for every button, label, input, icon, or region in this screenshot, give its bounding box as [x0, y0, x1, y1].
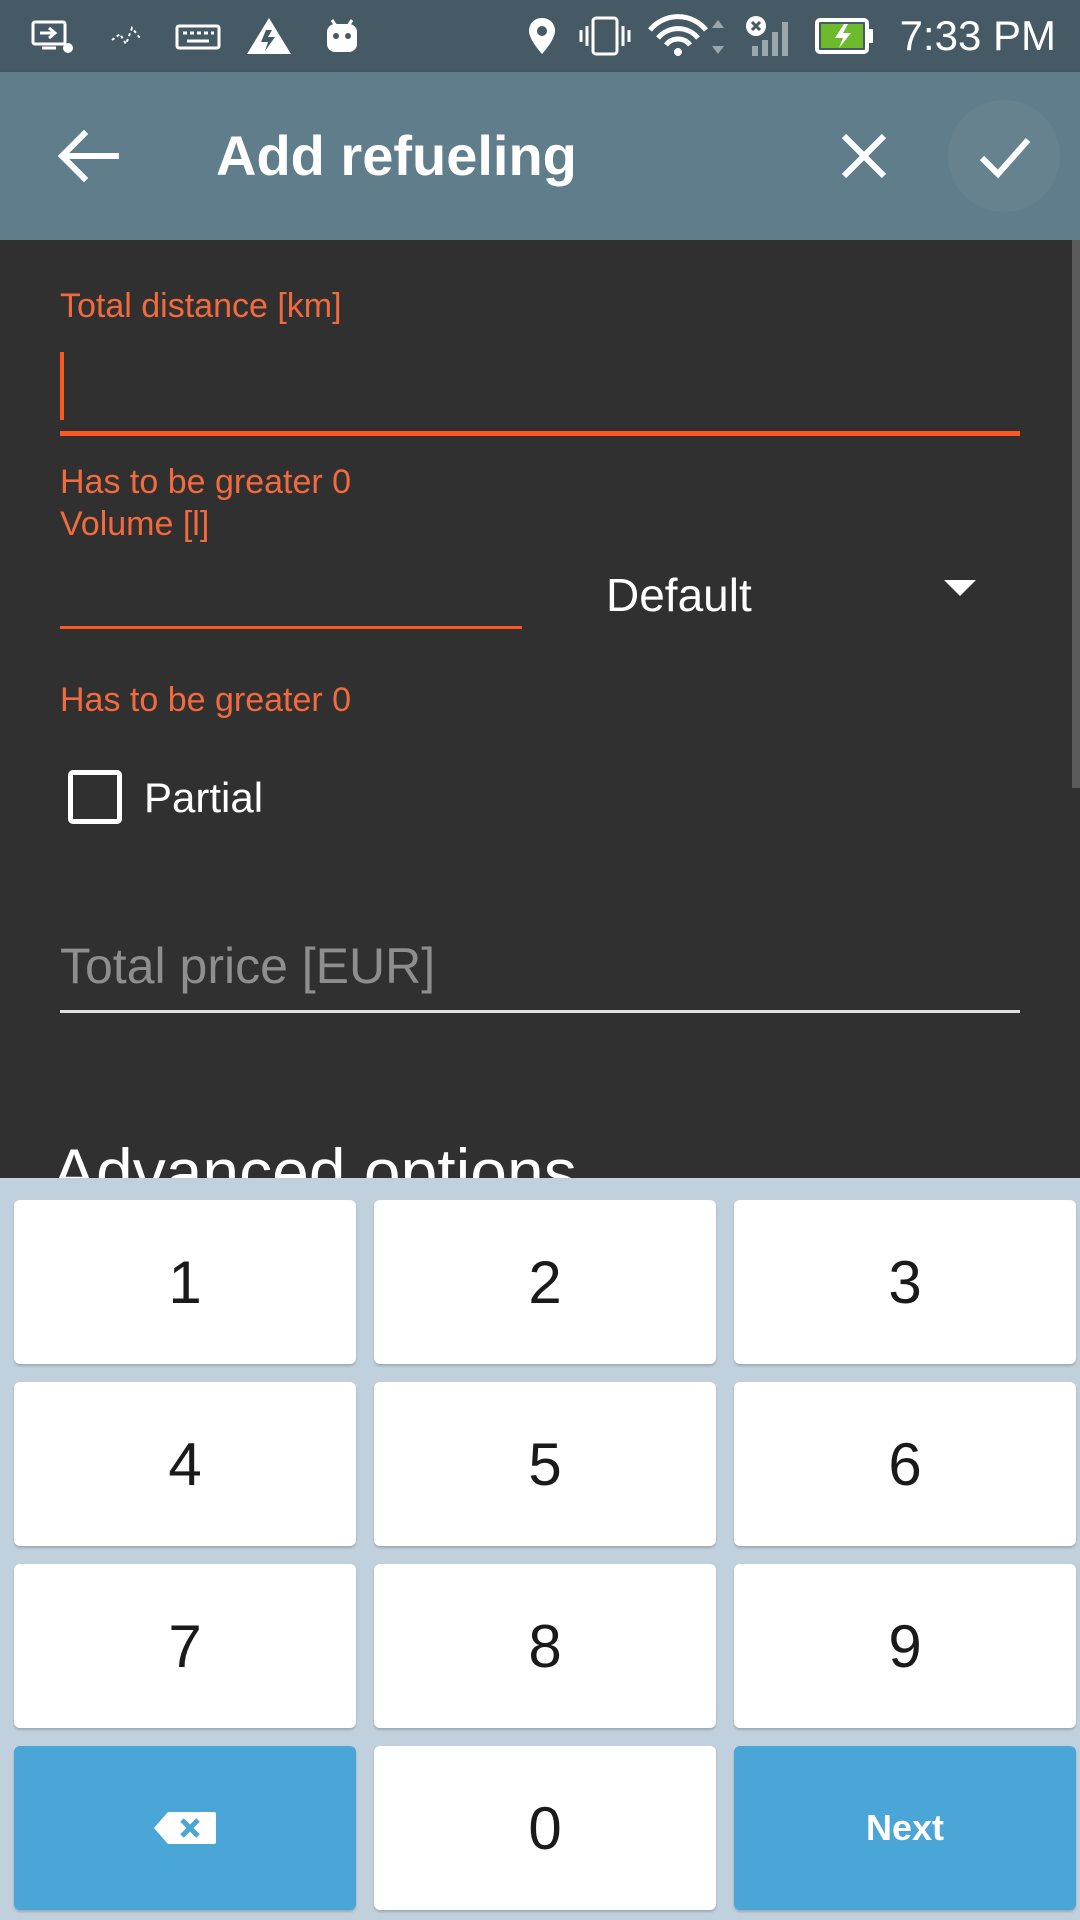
screen-cast-icon	[31, 20, 73, 53]
key-9[interactable]: 9	[734, 1564, 1076, 1728]
close-icon	[841, 133, 887, 179]
total-price-underline	[60, 1010, 1020, 1013]
keyboard-icon	[175, 24, 221, 50]
total-distance-label: Total distance [km]	[60, 287, 342, 325]
backspace-key[interactable]	[14, 1746, 356, 1910]
vibrate-icon	[579, 16, 631, 56]
key-6[interactable]: 6	[734, 1382, 1076, 1546]
back-button[interactable]	[44, 112, 132, 200]
android-icon	[327, 19, 357, 52]
total-distance-underline	[60, 431, 1020, 436]
fuel-type-value: Default	[606, 569, 752, 621]
key-4[interactable]: 4	[14, 1382, 356, 1546]
total-distance-error: Has to be greater 0	[60, 463, 352, 501]
volume-label: Volume [l]	[60, 505, 210, 543]
partial-checkbox[interactable]	[68, 770, 122, 824]
key-1[interactable]: 1	[14, 1200, 356, 1364]
page-title: Add refueling	[216, 124, 577, 187]
total-distance-input[interactable]	[60, 340, 1020, 436]
advanced-options-heading: Advanced options	[52, 1135, 577, 1178]
warning-icon	[247, 18, 291, 54]
next-key[interactable]: Next	[734, 1746, 1076, 1910]
fuel-type-dropdown[interactable]: Default	[600, 556, 1000, 636]
partial-checkbox-row[interactable]: Partial	[66, 766, 326, 830]
dropdown-arrow-icon	[944, 580, 976, 596]
wifi-icon	[648, 14, 724, 56]
text-cursor	[60, 352, 64, 420]
partial-label: Partial	[144, 774, 264, 821]
no-signal-icon	[746, 16, 788, 56]
cancel-button[interactable]	[820, 112, 908, 200]
location-icon	[529, 18, 555, 54]
app-bar: Add refueling	[0, 72, 1080, 240]
arrow-back-icon	[57, 129, 119, 183]
total-price-input[interactable]	[60, 924, 1020, 1008]
key-5[interactable]: 5	[374, 1382, 716, 1546]
scrollbar[interactable]	[1072, 240, 1080, 788]
check-icon	[979, 138, 1031, 179]
key-3[interactable]: 3	[734, 1200, 1076, 1364]
key-8[interactable]: 8	[374, 1564, 716, 1728]
volume-error: Has to be greater 0	[60, 681, 352, 719]
status-bar: 7:33 PM	[0, 0, 1080, 72]
battery-charging-icon	[815, 18, 873, 54]
volume-underline	[60, 626, 522, 629]
activity-icon	[111, 26, 141, 47]
volume-input[interactable]	[60, 540, 522, 630]
total-price-field	[60, 924, 1020, 1014]
numeric-keypad: 1 2 3 4 5 6 7 8 9 0 Next	[0, 1178, 1080, 1920]
status-time: 7:33 PM	[899, 12, 1056, 59]
refueling-form: Total distance [km] Has to be greater 0 …	[0, 240, 1080, 1178]
key-2[interactable]: 2	[374, 1200, 716, 1364]
save-button[interactable]	[948, 100, 1060, 212]
key-0[interactable]: 0	[374, 1746, 716, 1910]
key-7[interactable]: 7	[14, 1564, 356, 1728]
backspace-icon	[154, 1812, 216, 1844]
